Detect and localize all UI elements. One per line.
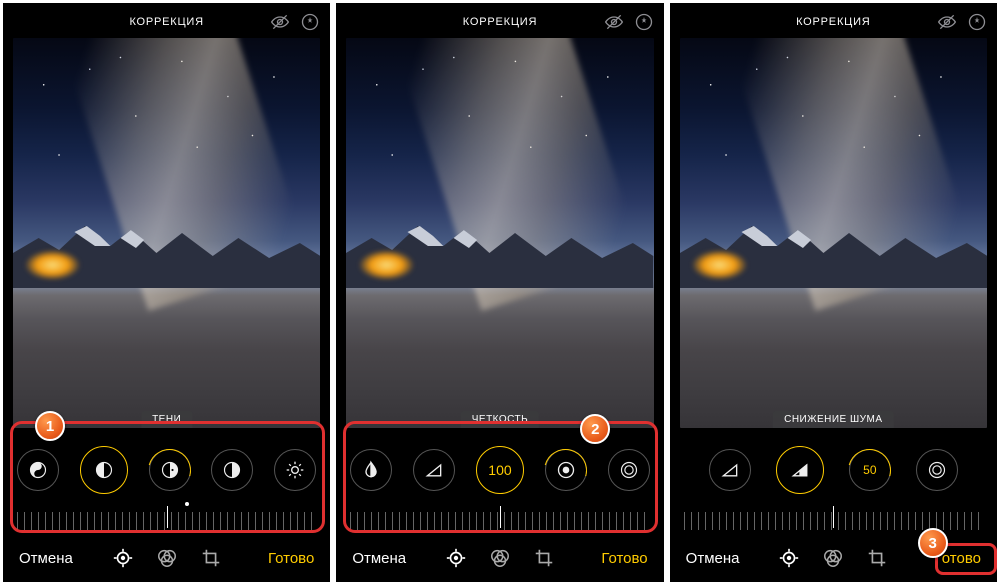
photo-preview: СНИЖЕНИЕ ШУМА xyxy=(680,38,987,428)
tool-value: 100 xyxy=(488,462,511,478)
adjust-tab-icon[interactable] xyxy=(778,547,800,569)
preview-toggle-icon[interactable] xyxy=(270,12,290,32)
filters-tab-icon[interactable] xyxy=(489,547,511,569)
adjust-tool-shadows[interactable] xyxy=(149,449,191,491)
cancel-button[interactable]: Отмена xyxy=(686,550,740,567)
adjustment-tools-row: 50 xyxy=(670,428,997,508)
cancel-button[interactable]: Отмена xyxy=(19,550,73,567)
adjustment-slider[interactable] xyxy=(350,508,649,534)
header-title: КОРРЕКЦИЯ xyxy=(796,16,870,28)
markup-icon[interactable] xyxy=(967,12,987,32)
photo-preview: ТЕНИ xyxy=(13,38,320,428)
adjust-tab-icon[interactable] xyxy=(112,547,134,569)
header: КОРРЕКЦИЯ xyxy=(3,6,330,38)
adjust-tool-value[interactable]: 50 xyxy=(849,449,891,491)
tool-value: 50 xyxy=(863,463,876,477)
preview-toggle-icon[interactable] xyxy=(604,12,624,32)
done-button[interactable]: Готово xyxy=(268,550,314,567)
annotation-badge: 1 xyxy=(35,411,65,441)
bottom-bar: Отмена Готово xyxy=(3,534,330,582)
cancel-button[interactable]: Отмена xyxy=(352,550,406,567)
adjust-tool-triangle[interactable] xyxy=(413,449,455,491)
category-label: СНИЖЕНИЕ ШУМА xyxy=(773,411,893,428)
header: КОРРЕКЦИЯ xyxy=(670,6,997,38)
adjust-tool-vignette[interactable] xyxy=(545,449,587,491)
adjust-tool-triangle[interactable] xyxy=(709,449,751,491)
bottom-bar: ОтменаГотово xyxy=(670,534,997,582)
category-label: ТЕНИ xyxy=(141,411,192,428)
bottom-bar: Отмена Готово xyxy=(336,534,663,582)
header: КОРРЕКЦИЯ xyxy=(336,6,663,38)
header-title: КОРРЕКЦИЯ xyxy=(129,16,203,28)
filters-tab-icon[interactable] xyxy=(156,547,178,569)
adjust-tool-value[interactable]: 100 xyxy=(476,446,524,494)
filters-tab-icon[interactable] xyxy=(822,547,844,569)
adjustment-tools-row: 100 xyxy=(336,428,663,508)
category-label: ЧЕТКОСТЬ xyxy=(461,411,540,428)
adjust-tool-circles[interactable] xyxy=(916,449,958,491)
adjust-tab-icon[interactable] xyxy=(445,547,467,569)
crop-tab-icon[interactable] xyxy=(866,547,888,569)
adjust-tool-circles[interactable] xyxy=(608,449,650,491)
preview-toggle-icon[interactable] xyxy=(937,12,957,32)
markup-icon[interactable] xyxy=(634,12,654,32)
markup-icon[interactable] xyxy=(300,12,320,32)
adjust-tool-contrast[interactable] xyxy=(211,449,253,491)
header-title: КОРРЕКЦИЯ xyxy=(463,16,537,28)
adjust-tool-triangle-half[interactable] xyxy=(776,446,824,494)
crop-tab-icon[interactable] xyxy=(533,547,555,569)
adjust-tool-highlights[interactable] xyxy=(80,446,128,494)
adjust-tool-drop[interactable] xyxy=(350,449,392,491)
annotation-badge: 3 xyxy=(918,528,948,558)
done-button[interactable]: Готово xyxy=(601,550,647,567)
adjustment-slider[interactable] xyxy=(17,508,316,534)
crop-tab-icon[interactable] xyxy=(200,547,222,569)
adjust-tool-yinyang[interactable] xyxy=(17,449,59,491)
adjust-tool-brightness[interactable] xyxy=(274,449,316,491)
photo-preview: ЧЕТКОСТЬ xyxy=(346,38,653,428)
